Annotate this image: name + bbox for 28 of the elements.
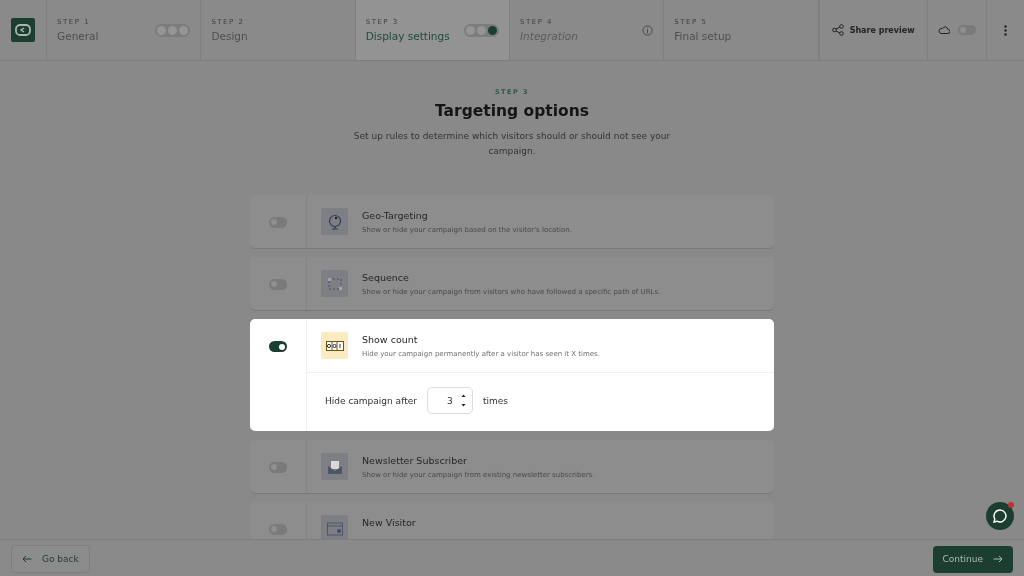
- stepper-arrows-icon[interactable]: [460, 393, 466, 408]
- share-icon: [831, 24, 844, 36]
- step-label: General: [57, 30, 99, 42]
- share-preview-button[interactable]: Share preview: [819, 0, 928, 60]
- setting-label: Hide campaign after: [325, 395, 417, 406]
- go-back-button[interactable]: Go back: [11, 545, 90, 573]
- continue-button[interactable]: Continue: [932, 545, 1013, 573]
- option-title: Newsletter Subscriber: [362, 455, 468, 466]
- number-input[interactable]: 3: [426, 387, 473, 414]
- arrow-right-icon: [993, 555, 1003, 563]
- option-title: Sequence: [362, 272, 410, 283]
- option-title: Geo-Targeting: [362, 210, 429, 221]
- toggle-switch[interactable]: [269, 341, 287, 352]
- option-title: Show count: [362, 334, 419, 345]
- step-label: Display settings: [365, 30, 450, 42]
- counter-icon: [325, 340, 344, 351]
- arrow-left-icon: [22, 555, 32, 563]
- page-subtitle: Set up rules to determine which visitors should or should not see your campaign.: [352, 130, 672, 158]
- chat-button[interactable]: [986, 502, 1014, 530]
- step-label: Design: [211, 30, 248, 42]
- chat-bubble-icon: [992, 508, 1008, 524]
- page-title: Targeting options: [435, 102, 589, 120]
- logo-icon[interactable]: [11, 18, 36, 42]
- option-title: New Visitor: [362, 517, 416, 528]
- cloud-icon: [937, 26, 950, 34]
- step-label: Final setup: [674, 30, 732, 42]
- browser-window-icon: [325, 519, 344, 538]
- unit-label: times: [482, 395, 508, 406]
